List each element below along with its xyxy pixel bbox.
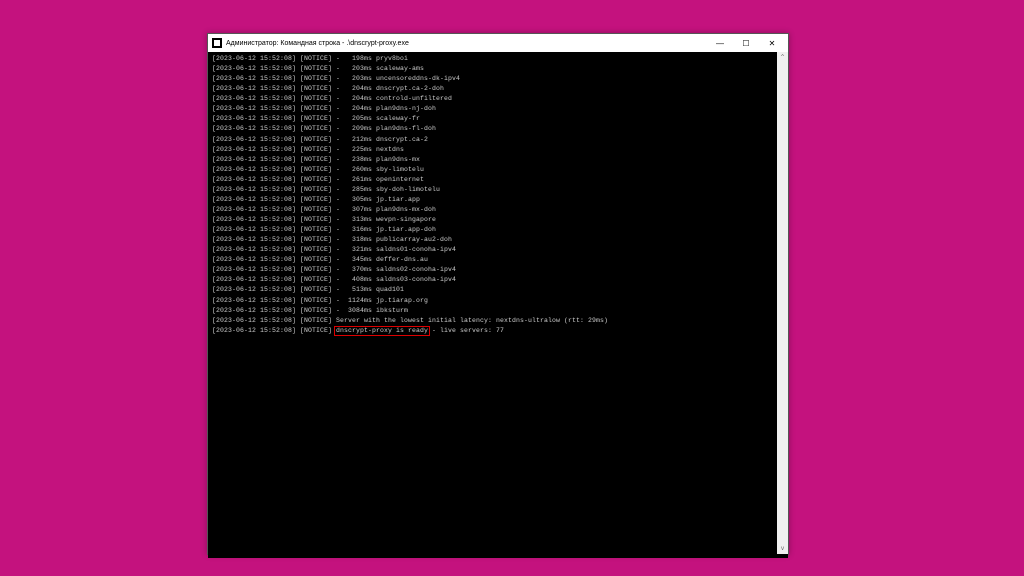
scroll-up-icon[interactable]: ^ — [777, 52, 788, 63]
log-line: [2023-06-12 15:52:08] [NOTICE] - 212ms d… — [212, 135, 784, 145]
titlebar[interactable]: Администратор: Командная строка - .\dnsc… — [208, 34, 788, 52]
log-line: [2023-06-12 15:52:08] [NOTICE] - 3084ms … — [212, 306, 784, 316]
close-button[interactable]: ✕ — [764, 39, 780, 48]
log-line: [2023-06-12 15:52:08] [NOTICE] - 205ms s… — [212, 114, 784, 124]
log-line: [2023-06-12 15:52:08] [NOTICE] - 313ms w… — [212, 215, 784, 225]
log-line: [2023-06-12 15:52:08] [NOTICE] - 204ms d… — [212, 84, 784, 94]
terminal-window: Администратор: Командная строка - .\dnsc… — [207, 33, 789, 555]
log-line: [2023-06-12 15:52:08] [NOTICE] - 198ms p… — [212, 54, 784, 64]
scrollbar[interactable]: ^ v — [777, 52, 788, 554]
window-title: Администратор: Командная строка - .\dnsc… — [226, 40, 409, 47]
log-line: [2023-06-12 15:52:08] [NOTICE] - 318ms p… — [212, 235, 784, 245]
maximize-button[interactable]: ☐ — [738, 39, 754, 48]
log-line: [2023-06-12 15:52:08] [NOTICE] - 225ms n… — [212, 145, 784, 155]
app-icon — [212, 38, 222, 48]
log-line: [2023-06-12 15:52:08] [NOTICE] - 238ms p… — [212, 155, 784, 165]
log-line: [2023-06-12 15:52:08] [NOTICE] - 260ms s… — [212, 165, 784, 175]
log-line: [2023-06-12 15:52:08] [NOTICE] - 307ms p… — [212, 205, 784, 215]
log-line: [2023-06-12 15:52:08] [NOTICE] - 345ms d… — [212, 255, 784, 265]
minimize-button[interactable]: — — [712, 39, 728, 48]
log-line: [2023-06-12 15:52:08] [NOTICE] - 203ms u… — [212, 74, 784, 84]
scroll-down-icon[interactable]: v — [777, 543, 788, 554]
terminal-output[interactable]: [2023-06-12 15:52:08] [NOTICE] - 198ms p… — [208, 52, 788, 558]
log-line: [2023-06-12 15:52:08] [NOTICE] - 209ms p… — [212, 124, 784, 134]
scrollbar-track[interactable] — [777, 63, 788, 543]
log-line: [2023-06-12 15:52:08] [NOTICE] - 204ms c… — [212, 94, 784, 104]
log-line: [2023-06-12 15:52:08] [NOTICE] - 261ms o… — [212, 175, 784, 185]
window-controls: — ☐ ✕ — [712, 39, 784, 48]
log-line: [2023-06-12 15:52:08] [NOTICE] - 285ms s… — [212, 185, 784, 195]
log-line: [2023-06-12 15:52:08] [NOTICE] - 316ms j… — [212, 225, 784, 235]
log-line: [2023-06-12 15:52:08] [NOTICE] - 203ms s… — [212, 64, 784, 74]
log-line: [2023-06-12 15:52:08] [NOTICE] - 370ms s… — [212, 265, 784, 275]
log-line: [2023-06-12 15:52:08] [NOTICE] - 513ms q… — [212, 285, 784, 295]
log-line: [2023-06-12 15:52:08] [NOTICE] - 1124ms … — [212, 296, 784, 306]
log-ready: [2023-06-12 15:52:08] [NOTICE] dnscrypt-… — [212, 326, 784, 336]
log-summary: [2023-06-12 15:52:08] [NOTICE] Server wi… — [212, 316, 784, 326]
log-line: [2023-06-12 15:52:08] [NOTICE] - 204ms p… — [212, 104, 784, 114]
log-line: [2023-06-12 15:52:08] [NOTICE] - 305ms j… — [212, 195, 784, 205]
log-line: [2023-06-12 15:52:08] [NOTICE] - 321ms s… — [212, 245, 784, 255]
log-line: [2023-06-12 15:52:08] [NOTICE] - 408ms s… — [212, 275, 784, 285]
